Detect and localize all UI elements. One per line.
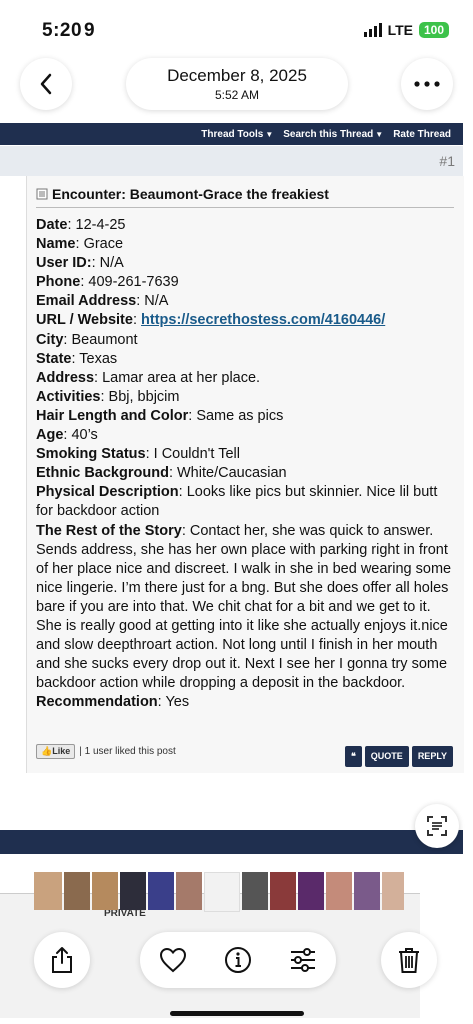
field-address: Address: Lamar area at her place. (36, 369, 261, 386)
thumbnail (120, 872, 146, 910)
field-phone: Phone: 409-261-7639 (36, 274, 179, 291)
thumbnail (270, 872, 296, 910)
field-email: Email Address: N/A (36, 293, 169, 310)
liked-count: | 1 user liked this post (79, 746, 176, 757)
thumbnail (382, 872, 404, 910)
post-actions: ❝ QUOTE REPLY (344, 746, 453, 767)
field-user-id: User ID:: N/A (36, 255, 124, 272)
status-time: 5:20 9 (42, 20, 96, 41)
adjust-icon[interactable] (289, 948, 317, 972)
battery-icon: 100 (418, 22, 449, 38)
signal-icon (363, 23, 382, 37)
thread-toolbar: Thread Tools ▼ Search this Thread ▼ Rate T… (0, 123, 463, 145)
post-title-text: Encounter: Beaumont-Grace the freakiest (52, 186, 329, 202)
like-row: 👍Like | 1 user liked this post (36, 744, 176, 759)
photo-actions-pill (140, 932, 336, 988)
thumbnail (354, 872, 380, 910)
field-recommendation: Recommendation: Yes (36, 694, 190, 711)
website-link[interactable]: https://secrethostess.com/4160446/ (141, 312, 385, 328)
field-url: URL / Website: https://secrethostess.com… (36, 312, 386, 329)
delete-button[interactable] (381, 932, 437, 988)
thumbnail (326, 872, 352, 910)
post-number[interactable]: #1 (439, 153, 455, 169)
photo-date-header: December 8, 2025 5:52 AM (126, 58, 348, 110)
search-thread-menu[interactable]: Search this Thread (283, 129, 373, 140)
field-date: Date: 12-4-25 (36, 217, 126, 233)
back-chevron-icon (40, 73, 52, 95)
like-button[interactable]: 👍Like (36, 744, 76, 759)
thumbs-up-icon: 👍 (41, 746, 53, 756)
field-ethnic: Ethnic Background: White/Caucasian (36, 465, 287, 482)
status-indicators: LTE 100 (363, 22, 449, 38)
quote-button[interactable]: QUOTE (364, 746, 409, 767)
photo-date: December 8, 2025 (167, 66, 307, 85)
live-text-button[interactable] (415, 804, 459, 848)
field-physical: Physical Description: Looks like pics bu… (36, 484, 438, 520)
field-state: State: Texas (36, 350, 118, 367)
post-title: Encounter: Beaumont-Grace the freakiest (36, 186, 329, 202)
thumbnail (242, 872, 268, 910)
thumbnail (298, 872, 324, 910)
thumbnail (148, 872, 174, 910)
thumbnail (64, 872, 90, 910)
thread-tools-menu[interactable]: Thread Tools (201, 129, 263, 140)
home-indicator (170, 1011, 304, 1016)
rate-thread-menu[interactable]: Rate Thread (393, 129, 451, 140)
field-activities: Activities: Bbj, bbjcim (36, 388, 180, 405)
post-content: Date: 12-4-25 Name: Grace User ID:: N/A … (36, 216, 456, 712)
dropdown-icon: ▼ (375, 129, 384, 139)
share-button[interactable] (34, 932, 90, 988)
more-button[interactable] (401, 58, 453, 110)
field-smoking: Smoking Status: I Couldn't Tell (36, 446, 240, 463)
thread-icon (36, 188, 48, 200)
share-icon (52, 947, 72, 973)
info-icon[interactable] (224, 946, 252, 974)
dropdown-icon: ▼ (265, 129, 274, 139)
multi-quote-button[interactable]: ❝ (344, 746, 362, 767)
post-header: #1 (0, 146, 463, 176)
thumbnail (176, 872, 202, 910)
trash-icon (399, 948, 419, 973)
heart-icon[interactable] (159, 947, 187, 973)
back-button[interactable] (20, 58, 72, 110)
field-story: The Rest of the Story: Contact her, she … (36, 522, 452, 692)
field-hair: Hair Length and Color: Same as pics (36, 407, 284, 424)
reply-button[interactable]: REPLY (411, 746, 453, 767)
next-post-header (0, 830, 463, 854)
thumbnail (204, 872, 240, 912)
photo-thumbnail-strip[interactable] (34, 872, 439, 912)
field-age: Age: 40’s (36, 427, 98, 444)
field-name: Name: Grace (36, 236, 124, 253)
network-label: LTE (387, 22, 413, 38)
divider (36, 207, 454, 208)
photo-time: 5:52 AM (214, 88, 260, 102)
more-icon (414, 81, 440, 87)
live-text-icon (427, 816, 447, 836)
thumbnail (92, 872, 118, 910)
field-city: City: Beaumont (36, 331, 138, 348)
thumbnail (34, 872, 62, 910)
